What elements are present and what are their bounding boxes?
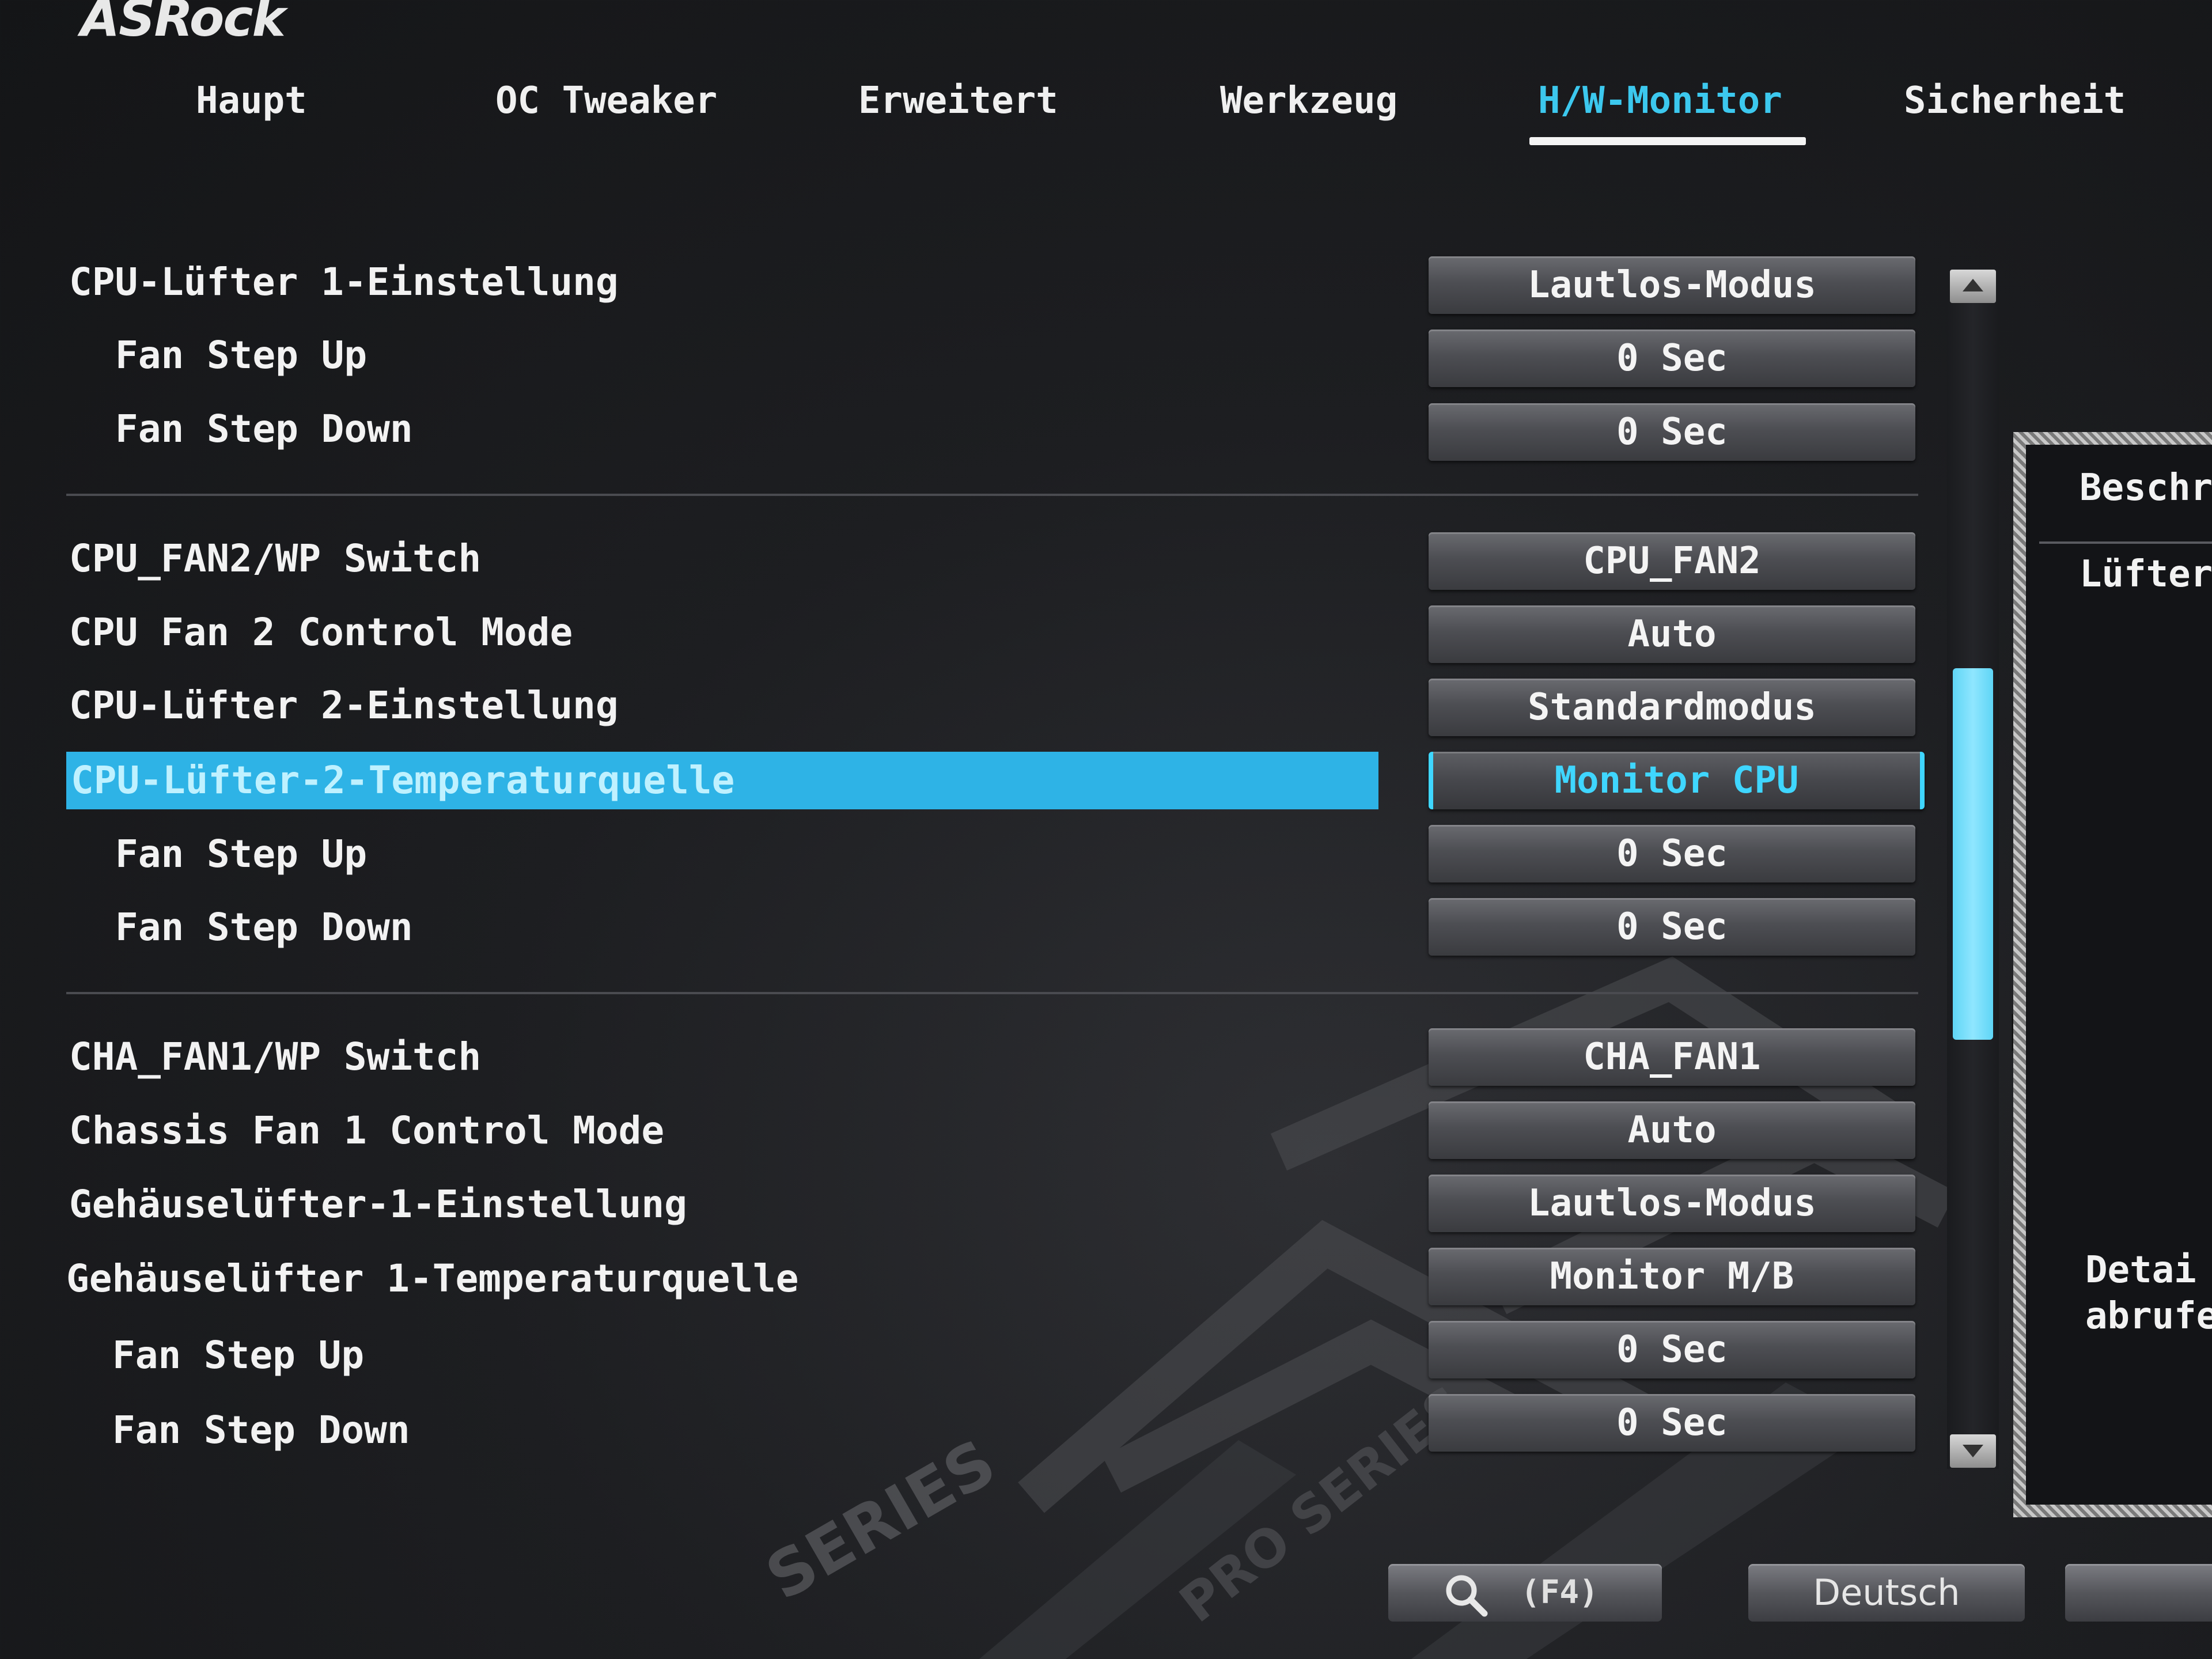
setting-label[interactable]: Fan Step Down (66, 1402, 410, 1459)
tab-sicherheit[interactable]: Sicherheit (1904, 78, 2126, 124)
scrollbar-thumb[interactable] (1953, 668, 1993, 1040)
setting-label[interactable]: Fan Step Down (69, 899, 413, 956)
setting-value-button[interactable]: Lautlos-Modus (1429, 1175, 1915, 1232)
scroll-down-button[interactable] (1950, 1434, 1996, 1468)
setting-value-button[interactable]: CPU_FAN2 (1429, 532, 1915, 590)
setting-value-button[interactable]: Lautlos-Modus (1429, 256, 1915, 314)
setting-label[interactable]: Fan Step Up (69, 825, 367, 883)
setting-value-button[interactable]: CHA_FAN1 (1429, 1028, 1915, 1086)
setting-value-button[interactable]: 0 Sec (1429, 825, 1915, 882)
setting-label[interactable]: Gehäuselüfter-1-Einstellung (69, 1176, 687, 1233)
setting-label[interactable]: CPU_FAN2/WP Switch (69, 530, 481, 588)
description-text: Lüfter (2080, 553, 2212, 596)
search-shortcut-label: (F4) (1521, 1574, 1599, 1611)
setting-value-button[interactable]: 0 Sec (1429, 403, 1915, 461)
setting-value-button[interactable]: 0 Sec (1429, 898, 1915, 956)
language-button[interactable]: Deutsch (1748, 1564, 2025, 1622)
section-divider (66, 494, 1918, 496)
chevron-down-icon (1963, 1445, 1983, 1457)
setting-label[interactable]: Chassis Fan 1 Control Mode (69, 1102, 664, 1160)
section-divider (66, 992, 1918, 994)
setting-value-button[interactable]: Standardmodus (1429, 679, 1915, 736)
setting-label[interactable]: CPU-Lüfter 2-Einstellung (69, 677, 619, 734)
setting-label[interactable]: Fan Step Up (69, 327, 367, 384)
description-details-text: Detai abrufe (2085, 1249, 2212, 1338)
setting-label[interactable]: CHA_FAN1/WP Switch (69, 1028, 481, 1086)
tab-haupt[interactable]: Haupt (196, 78, 307, 124)
scroll-up-button[interactable] (1950, 270, 1996, 303)
setting-label[interactable]: CPU Fan 2 Control Mode (69, 604, 573, 661)
setting-value-button-selected[interactable]: Monitor CPU (1429, 752, 1925, 809)
setting-label[interactable]: Fan Step Down (69, 400, 413, 458)
setting-value-button[interactable]: 0 Sec (1429, 1321, 1915, 1378)
series-watermark: SERIES (754, 1425, 1007, 1614)
setting-value-button[interactable]: 0 Sec (1429, 1394, 1915, 1452)
chevron-up-icon (1963, 279, 1983, 291)
setting-value-button[interactable]: Auto (1429, 1101, 1915, 1159)
setting-value-button[interactable]: 0 Sec (1429, 329, 1915, 387)
search-button[interactable]: (F4) (1388, 1564, 1662, 1622)
tab-oc-tweaker[interactable]: OC Tweaker (495, 78, 717, 124)
setting-label-selected[interactable]: CPU-Lüfter-2-Temperaturquelle (66, 752, 1378, 809)
setting-label[interactable]: CPU-Lüfter 1-Einstellung (69, 253, 619, 311)
search-icon (1446, 1575, 1488, 1617)
bottom-extra-button[interactable] (2065, 1564, 2212, 1622)
tab-hw-monitor[interactable]: H/W-Monitor (1538, 78, 1782, 124)
description-divider (2039, 541, 2212, 544)
setting-label[interactable]: Fan Step Up (66, 1327, 364, 1384)
setting-label[interactable]: Gehäuselüfter 1-Temperaturquelle (66, 1250, 799, 1308)
asrock-logo: ASRock (81, 0, 286, 48)
tab-erweitert[interactable]: Erweitert (858, 78, 1058, 124)
tab-werkzeug[interactable]: Werkzeug (1220, 78, 1397, 124)
active-tab-indicator (1529, 137, 1806, 145)
setting-value-button[interactable]: Monitor M/B (1429, 1248, 1915, 1305)
setting-value-button[interactable]: Auto (1429, 605, 1915, 663)
description-title: Beschr (2080, 467, 2212, 509)
